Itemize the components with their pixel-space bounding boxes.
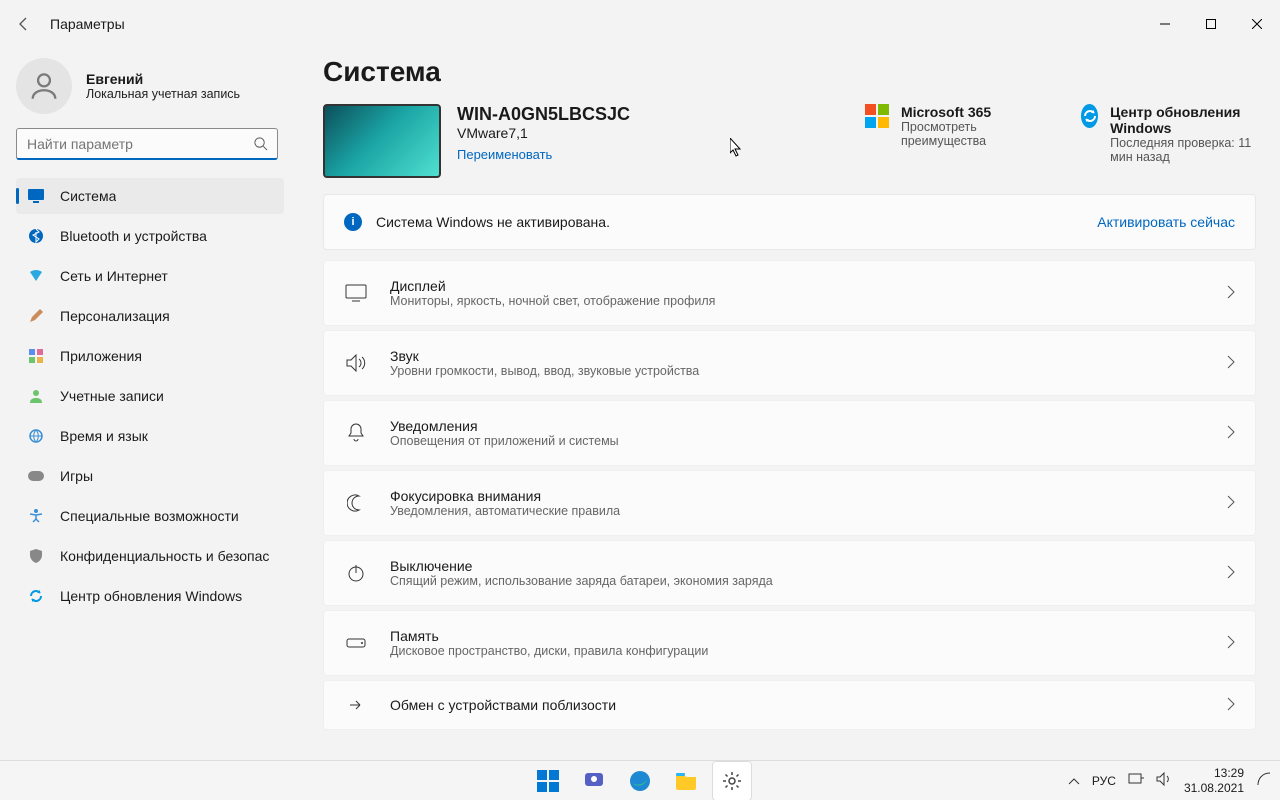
tray-clock[interactable]: 13:29 31.08.2021 [1184,766,1244,795]
setting-storage[interactable]: ПамятьДисковое пространство, диски, прав… [323,610,1256,676]
ms365-sub: Просмотреть преимущества [901,120,1065,148]
search-icon [253,136,268,154]
nav-apps[interactable]: Приложения [16,338,284,374]
chevron-right-icon [1227,697,1235,714]
activate-link[interactable]: Активировать сейчас [1097,214,1235,230]
nav-personalization[interactable]: Персонализация [16,298,284,334]
user-name: Евгений [86,71,240,87]
display-icon [344,281,368,305]
storage-icon [344,631,368,655]
chevron-right-icon [1227,635,1235,652]
apps-icon [28,348,44,364]
device-thumbnail [323,104,441,178]
gamepad-icon [28,468,44,484]
power-icon [344,561,368,585]
nav-network[interactable]: Сеть и Интернет [16,258,284,294]
update-icon [1081,104,1098,128]
chevron-right-icon [1227,355,1235,372]
taskbar-edge[interactable] [620,761,660,800]
banner-text: Система Windows не активирована. [376,214,610,230]
nav-time-lang[interactable]: Время и язык [16,418,284,454]
setting-power[interactable]: ВыключениеСпящий режим, использование за… [323,540,1256,606]
search-input[interactable] [16,128,278,160]
user-account-type: Локальная учетная запись [86,87,240,101]
app-title: Параметры [50,16,125,32]
taskbar: РУС 13:29 31.08.2021 [0,760,1280,800]
sound-icon [344,351,368,375]
info-icon: i [344,213,362,231]
setting-sound[interactable]: ЗвукУровни громкости, вывод, ввод, звуко… [323,330,1256,396]
chevron-right-icon [1227,425,1235,442]
avatar [16,58,72,114]
user-block[interactable]: Евгений Локальная учетная запись [16,58,305,114]
nav: Система Bluetooth и устройства Сеть и Ин… [16,178,305,614]
taskbar-settings[interactable] [712,761,752,800]
sync-icon [28,588,44,604]
rename-link[interactable]: Переименовать [457,147,630,162]
page-title: Система [323,56,1256,88]
share-icon [344,693,368,717]
activation-banner: i Система Windows не активирована. Актив… [323,194,1256,250]
nav-system[interactable]: Система [16,178,284,214]
tray-network-icon[interactable] [1128,772,1144,789]
maximize-button[interactable] [1188,8,1234,40]
nav-update[interactable]: Центр обновления Windows [16,578,284,614]
chevron-right-icon [1227,495,1235,512]
minimize-button[interactable] [1142,8,1188,40]
close-button[interactable] [1234,8,1280,40]
tray-notifications-icon[interactable] [1256,771,1272,790]
bell-icon [344,421,368,445]
bluetooth-icon [28,228,44,244]
nav-bluetooth[interactable]: Bluetooth и устройства [16,218,284,254]
ms365-icon [865,104,889,128]
content: Система WIN-A0GN5LBCSJC VMware7,1 Переим… [305,48,1280,760]
system-icon [28,188,44,204]
taskbar-chat[interactable] [574,761,614,800]
nav-accessibility[interactable]: Специальные возможности [16,498,284,534]
tray-language[interactable]: РУС [1092,774,1116,788]
accessibility-icon [28,508,44,524]
device-model: VMware7,1 [457,125,630,141]
update-title: Центр обновления Windows [1110,104,1256,136]
start-button[interactable] [528,761,568,800]
tray-volume-icon[interactable] [1156,772,1172,789]
shield-icon [28,548,44,564]
network-icon [28,268,44,284]
chevron-right-icon [1227,285,1235,302]
setting-notifications[interactable]: УведомленияОповещения от приложений и си… [323,400,1256,466]
setting-display[interactable]: ДисплейМониторы, яркость, ночной свет, о… [323,260,1256,326]
globe-icon [28,428,44,444]
setting-nearby-share[interactable]: Обмен с устройствами поблизости [323,680,1256,730]
chevron-right-icon [1227,565,1235,582]
taskbar-explorer[interactable] [666,761,706,800]
update-card[interactable]: Центр обновления Windows Последняя прове… [1081,104,1256,164]
update-sub: Последняя проверка: 11 мин назад [1110,136,1256,164]
back-button[interactable] [16,16,32,32]
ms365-title: Microsoft 365 [901,104,1065,120]
nav-gaming[interactable]: Игры [16,458,284,494]
brush-icon [28,308,44,324]
setting-focus[interactable]: Фокусировка вниманияУведомления, автомат… [323,470,1256,536]
nav-accounts[interactable]: Учетные записи [16,378,284,414]
person-icon [28,388,44,404]
sidebar: Евгений Локальная учетная запись Система… [0,48,305,760]
nav-privacy[interactable]: Конфиденциальность и безопасность [16,538,284,574]
device-row: WIN-A0GN5LBCSJC VMware7,1 Переименовать … [323,104,1256,178]
window-controls [1142,8,1280,40]
moon-icon [344,491,368,515]
device-name: WIN-A0GN5LBCSJC [457,104,630,125]
titlebar: Параметры [0,0,1280,48]
tray-chevron-up-icon[interactable] [1068,774,1080,788]
ms365-card[interactable]: Microsoft 365 Просмотреть преимущества [865,104,1065,164]
